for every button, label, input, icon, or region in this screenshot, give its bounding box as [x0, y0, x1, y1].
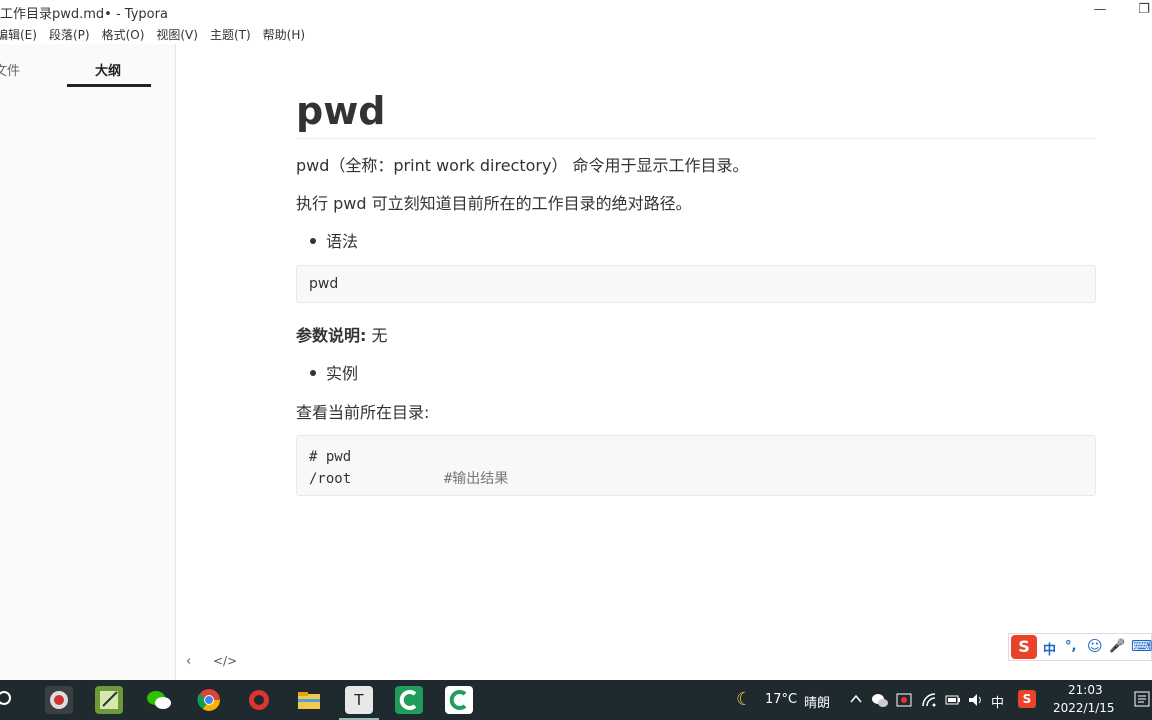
window-title: 工作目录pwd.md• - Typora: [0, 7, 168, 22]
file-explorer-icon[interactable]: [295, 686, 323, 714]
list-item-text: 语法: [326, 232, 359, 251]
code-block-2[interactable]: # pwd /root #输出结果: [296, 435, 1096, 496]
chrome-app-icon[interactable]: [195, 686, 223, 714]
title-bar: 工作目录pwd.md• - Typora — ❐: [0, 0, 1152, 22]
sogou-tray-icon[interactable]: S: [1018, 690, 1036, 708]
sogou-logo-icon[interactable]: S: [1011, 635, 1037, 659]
weather-text[interactable]: 晴朗: [804, 692, 830, 711]
heading-1: pwd: [296, 88, 1096, 139]
paragraph-2: 执行 pwd 可立刻知道目前所在的工作目录的绝对路径。: [296, 194, 692, 213]
menu-format[interactable]: 格式(O): [96, 22, 151, 44]
camtasia-app-icon[interactable]: [395, 686, 423, 714]
code-block-1[interactable]: pwd: [296, 265, 1096, 303]
clock-time[interactable]: 21:03: [1068, 683, 1103, 697]
typora-letter: T: [354, 691, 364, 709]
keyboard-icon[interactable]: ⌨: [1131, 637, 1152, 655]
ime-mode[interactable]: 中: [1043, 639, 1056, 658]
menu-view[interactable]: 视图(V): [150, 22, 204, 44]
menu-edit[interactable]: 编辑(E): [0, 22, 43, 44]
bullet-icon: [310, 237, 316, 244]
list-item: 实例: [310, 360, 358, 384]
paragraph-3: 查看当前所在目录:: [296, 403, 430, 422]
menu-help[interactable]: 帮助(H): [257, 22, 311, 44]
back-icon[interactable]: ‹: [186, 654, 191, 669]
code-line: pwd: [309, 276, 339, 292]
source-code-icon[interactable]: </>: [213, 654, 237, 668]
code-line: # pwd: [309, 449, 352, 465]
param-label: 参数说明:: [296, 326, 367, 345]
code-line: /root #输出结果: [309, 468, 1083, 490]
input-language[interactable]: 中: [991, 692, 1004, 711]
minimize-button[interactable]: —: [1080, 0, 1120, 22]
menu-theme[interactable]: 主题(T): [204, 22, 257, 44]
tab-outline[interactable]: 大纲: [95, 60, 121, 79]
snail-app-icon[interactable]: [245, 686, 273, 714]
ime-toolbar[interactable]: S 中 °, ☺ 🎤 ⌨: [1008, 633, 1152, 661]
taskbar: T ☾ 17°C 晴朗 中 S 21:03 2022/1/15: [0, 680, 1152, 720]
param-value: 无: [366, 326, 388, 345]
list-item: 语法: [310, 228, 358, 252]
wechat-app-icon[interactable]: [145, 686, 173, 714]
sidebar: 文件 大纲 ‹ </>: [0, 44, 237, 680]
settings-app-icon[interactable]: [45, 686, 73, 714]
notification-icon[interactable]: [1134, 691, 1150, 709]
moon-weather-icon: ☾: [736, 689, 753, 710]
typora-app-icon[interactable]: T: [339, 686, 379, 720]
paragraph-params: 参数说明: 无: [296, 322, 388, 346]
wifi-icon[interactable]: [921, 692, 937, 708]
tab-files[interactable]: 文件: [0, 60, 20, 79]
menu-paragraph[interactable]: 段落(P): [43, 22, 96, 44]
wechat-tray-icon[interactable]: [871, 692, 889, 708]
battery-icon[interactable]: [945, 693, 961, 707]
security-tray-icon[interactable]: [896, 692, 912, 708]
emoji-icon[interactable]: ☺: [1087, 637, 1103, 655]
maximize-button[interactable]: ❐: [1124, 0, 1152, 22]
clock-date[interactable]: 2022/1/15: [1053, 701, 1115, 715]
mic-icon[interactable]: 🎤: [1109, 639, 1125, 654]
notepad-app-icon[interactable]: [95, 686, 123, 714]
camtasia-recorder-icon[interactable]: [445, 686, 473, 714]
bullet-icon: [310, 369, 316, 376]
code-text: /root: [309, 471, 444, 487]
code-comment: #输出结果: [443, 471, 509, 487]
ime-punct[interactable]: °,: [1065, 639, 1076, 654]
temperature[interactable]: 17°C: [765, 692, 797, 707]
volume-icon[interactable]: [968, 692, 984, 708]
paragraph-1: pwd（全称：print work directory） 命令用于显示工作目录。: [296, 156, 749, 175]
chevron-up-icon[interactable]: [850, 694, 862, 704]
menu-bar: 编辑(E) 段落(P) 格式(O) 视图(V) 主题(T) 帮助(H): [0, 22, 311, 44]
search-icon[interactable]: [0, 690, 16, 710]
tab-active-indicator: [67, 84, 151, 87]
list-item-text: 实例: [326, 364, 359, 383]
